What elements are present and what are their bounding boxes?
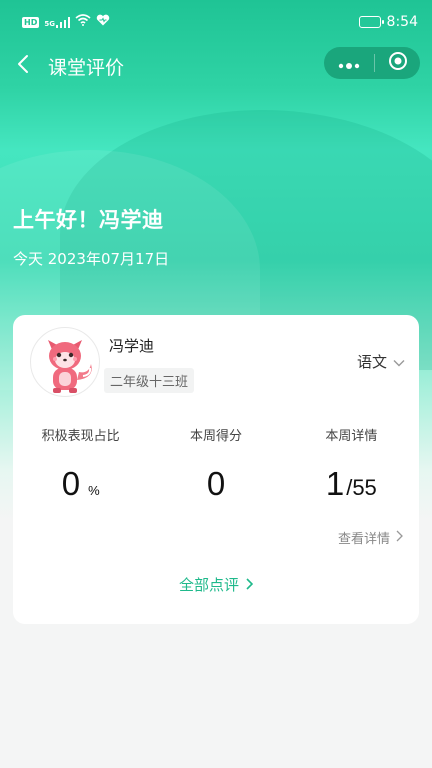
clock-time: 8:54 bbox=[386, 14, 418, 30]
all-comments-link[interactable]: 全部点评 bbox=[13, 574, 419, 595]
evaluation-card: 冯学迪 二年级十三班 语文 积极表现占比 0% 本周得分 0 本周详情 1/55… bbox=[13, 315, 419, 624]
mini-program-capsule bbox=[324, 47, 420, 79]
signal-icon: 5G bbox=[44, 16, 70, 28]
more-dots-icon bbox=[338, 54, 360, 73]
chevron-right-icon bbox=[246, 576, 254, 594]
weekly-stats: 积极表现占比 0% 本周得分 0 本周详情 1/55 bbox=[13, 425, 419, 509]
target-close-icon bbox=[388, 51, 408, 75]
status-bar: HD 5G 8:54 bbox=[0, 0, 432, 44]
heart-icon bbox=[96, 14, 110, 30]
hd-badge: HD bbox=[22, 16, 40, 28]
subject-dropdown[interactable]: 语文 bbox=[357, 351, 405, 372]
close-mini-program-button[interactable] bbox=[375, 47, 420, 79]
stat-value: 1 bbox=[325, 465, 345, 502]
student-name: 冯学迪 bbox=[109, 337, 155, 355]
stat-label: 积极表现占比 bbox=[41, 429, 120, 444]
subject-label: 语文 bbox=[356, 353, 387, 371]
view-detail-link[interactable]: 查看详情 bbox=[338, 528, 403, 547]
stat-total: /55 bbox=[346, 475, 377, 500]
stat-label: 本周详情 bbox=[325, 429, 378, 444]
class-badge: 二年级十三班 bbox=[104, 368, 195, 393]
page-title: 课堂评价 bbox=[48, 56, 125, 79]
battery-icon bbox=[358, 16, 384, 28]
all-comments-label: 全部点评 bbox=[178, 576, 239, 594]
stat-weekly-score: 本周得分 0 bbox=[148, 425, 283, 509]
stat-label: 本周得分 bbox=[189, 429, 242, 444]
stat-unit: % bbox=[88, 483, 100, 498]
date-text: 今天 2023年07月17日 bbox=[13, 250, 170, 268]
stat-weekly-detail: 本周详情 1/55 bbox=[284, 425, 419, 509]
fox-mascot-icon bbox=[48, 340, 92, 393]
chevron-down-icon bbox=[393, 353, 405, 371]
stat-positive-ratio: 积极表现占比 0% bbox=[13, 425, 148, 509]
more-button[interactable] bbox=[324, 47, 374, 79]
nav-bar: 课堂评价 bbox=[0, 44, 432, 88]
chevron-right-icon bbox=[396, 530, 403, 546]
avatar bbox=[30, 327, 100, 397]
view-detail-label: 查看详情 bbox=[337, 532, 390, 547]
back-button[interactable] bbox=[0, 44, 46, 88]
chevron-left-icon bbox=[17, 54, 29, 78]
stat-value: 0 bbox=[206, 465, 226, 502]
greeting-text: 上午好！冯学迪 bbox=[13, 208, 164, 232]
wifi-icon bbox=[75, 14, 91, 30]
stat-value: 0 bbox=[61, 465, 81, 502]
